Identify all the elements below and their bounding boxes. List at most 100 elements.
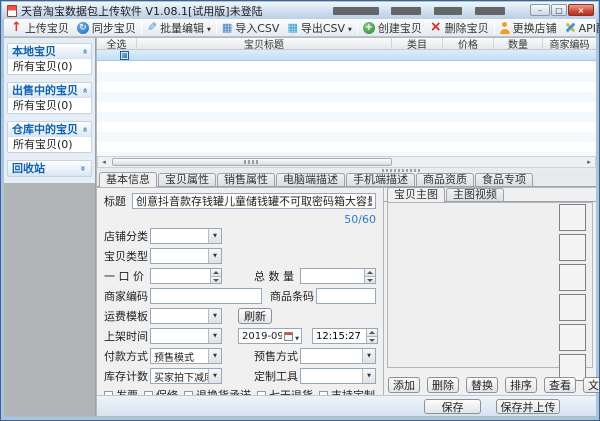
column-select-all[interactable]: 全选 <box>97 38 137 49</box>
minimize-button[interactable]: – <box>530 4 550 16</box>
table-row[interactable] <box>97 50 596 61</box>
create-item-button[interactable]: 创建宝贝 <box>359 20 426 36</box>
quantity-input[interactable] <box>300 268 376 284</box>
image-thumbnail-slot[interactable] <box>559 294 586 321</box>
sort-image-button[interactable]: 排序 <box>505 377 537 393</box>
checkbox-warranty[interactable]: 保修 <box>144 387 178 395</box>
sidebar-item-all-onsale[interactable]: 所有宝贝(0) <box>8 98 91 113</box>
save-and-upload-button[interactable]: 保存并上传 <box>496 399 560 414</box>
chevron-down-icon[interactable] <box>208 369 221 383</box>
collapse-up-icon[interactable] <box>81 47 87 56</box>
batch-edit-button[interactable]: 批量编辑 <box>143 20 215 36</box>
scroll-left-icon[interactable]: ◂ <box>98 157 110 167</box>
tab-food-special[interactable]: 食品专项 <box>475 173 533 186</box>
sidebar-header-onsale[interactable]: 出售中的宝贝 <box>8 83 91 98</box>
title-input[interactable] <box>132 193 376 209</box>
upload-item-button[interactable]: 上传宝贝 <box>7 20 73 36</box>
tab-product-qualification[interactable]: 商品资质 <box>416 173 474 186</box>
listing-clock-input[interactable]: 12:15:27 <box>312 328 378 344</box>
checkbox-return-promise[interactable]: 退换货承诺 <box>184 387 251 395</box>
spinner-icon[interactable] <box>364 269 375 283</box>
add-image-button[interactable]: 添加 <box>388 377 420 393</box>
spinner-icon[interactable] <box>210 269 221 283</box>
chevron-down-icon[interactable] <box>208 229 221 243</box>
chevron-down-icon[interactable] <box>295 330 299 343</box>
image-thumbnail-slot[interactable] <box>559 234 586 261</box>
titlebar: 天音淘宝数据包上传软件 V1.08.1[试用版]未登陆 – □ × <box>2 2 598 19</box>
scrollbar-thumb[interactable] <box>112 158 392 166</box>
price-input[interactable] <box>150 268 222 284</box>
item-type-select[interactable] <box>150 248 222 264</box>
collapse-down-icon[interactable] <box>81 164 87 173</box>
chevron-down-icon[interactable] <box>348 21 352 34</box>
barcode-input[interactable] <box>316 288 376 304</box>
collapse-up-icon[interactable] <box>81 86 87 95</box>
thumbnail-column <box>559 204 586 381</box>
switch-shop-button[interactable]: 更换店铺 <box>496 20 561 36</box>
close-button[interactable]: × <box>568 4 594 16</box>
splitter-grip-icon <box>382 169 422 172</box>
sidebar-header-local[interactable]: 本地宝贝 <box>8 44 91 59</box>
api-config-button[interactable]: API配置 <box>561 20 599 36</box>
chevron-down-icon[interactable] <box>208 309 221 323</box>
spinner-icon[interactable] <box>366 329 377 343</box>
view-image-button[interactable]: 查看 <box>544 377 576 393</box>
custom-tool-select[interactable] <box>300 368 376 384</box>
listing-time-select[interactable] <box>150 328 222 344</box>
export-csv-button[interactable]: 导出CSV <box>283 20 355 36</box>
chevron-down-icon[interactable] <box>208 329 221 343</box>
folder-button[interactable]: 文件夹 <box>583 377 599 393</box>
refresh-button[interactable]: 刷新 <box>238 308 272 324</box>
presale-method-select[interactable] <box>300 348 376 364</box>
column-category[interactable]: 类目 <box>392 38 443 49</box>
sidebar-item-all-warehouse[interactable]: 所有宝贝(0) <box>8 137 91 152</box>
column-price[interactable]: 价格 <box>443 38 494 49</box>
tab-sales-attributes[interactable]: 销售属性 <box>217 173 275 186</box>
row-checkbox-icon[interactable] <box>120 50 129 60</box>
sidebar-header-recycle[interactable]: 回收站 <box>8 161 91 176</box>
checkbox-custom-support[interactable]: 支持定制 <box>319 387 375 395</box>
delete-item-button[interactable]: 删除宝贝 <box>426 20 493 36</box>
image-thumbnail-slot[interactable] <box>559 324 586 351</box>
horizontal-scrollbar[interactable]: ◂ ▸ <box>97 156 596 168</box>
column-item-title[interactable]: 宝贝标题 <box>137 38 392 49</box>
tab-mobile-description[interactable]: 手机端描述 <box>346 173 415 186</box>
tab-item-attributes[interactable]: 宝贝属性 <box>158 173 216 186</box>
calendar-icon[interactable] <box>284 331 294 341</box>
image-thumbnail-slot[interactable] <box>559 204 586 231</box>
chevron-down-icon[interactable] <box>208 249 221 263</box>
scroll-right-icon[interactable]: ▸ <box>583 157 595 167</box>
tab-pc-description[interactable]: 电脑端描述 <box>276 173 345 186</box>
chevron-down-icon[interactable] <box>207 21 211 34</box>
chevron-down-icon[interactable] <box>208 349 221 363</box>
column-merchant-code[interactable]: 商家编码 <box>543 38 596 49</box>
sidebar-header-warehouse[interactable]: 仓库中的宝贝 <box>8 122 91 137</box>
column-quantity[interactable]: 数量 <box>494 38 543 49</box>
merchant-code-input[interactable] <box>150 288 262 304</box>
custom-tool-label: 定制工具 <box>254 370 298 383</box>
save-button[interactable]: 保存 <box>424 399 481 414</box>
shop-category-select[interactable] <box>150 228 222 244</box>
delete-image-button[interactable]: 删除 <box>427 377 459 393</box>
image-thumbnail-slot[interactable] <box>559 264 586 291</box>
sync-item-button[interactable]: 同步宝贝 <box>73 20 140 36</box>
sidebar-item-all-local[interactable]: 所有宝贝(0) <box>8 59 91 74</box>
maximize-button[interactable]: □ <box>551 4 567 16</box>
chevron-down-icon[interactable] <box>362 349 375 363</box>
chevron-down-icon[interactable] <box>362 369 375 383</box>
checkbox-seven-day-return[interactable]: 七天退货 <box>257 387 313 395</box>
replace-image-button[interactable]: 替换 <box>466 377 498 393</box>
shipping-template-select[interactable] <box>150 308 222 324</box>
listing-date-picker[interactable]: 2019-09-05 <box>238 328 302 344</box>
tab-basic-info[interactable]: 基本信息 <box>99 172 157 187</box>
checkbox-label: 退换货承诺 <box>196 387 251 395</box>
tab-main-image[interactable]: 宝贝主图 <box>387 187 445 202</box>
quantity-label: 总 数 量 <box>254 270 294 283</box>
checkbox-invoice[interactable]: 发票 <box>104 387 138 395</box>
stock-count-select[interactable]: 买家拍下减库存 <box>150 368 222 384</box>
import-csv-button[interactable]: 导入CSV <box>218 20 284 36</box>
collapse-up-icon[interactable] <box>81 125 87 134</box>
sidebar-header-label: 出售中的宝贝 <box>12 84 78 97</box>
payment-method-select[interactable]: 预售模式 <box>150 348 222 364</box>
tab-main-video[interactable]: 主图视频 <box>446 188 504 201</box>
